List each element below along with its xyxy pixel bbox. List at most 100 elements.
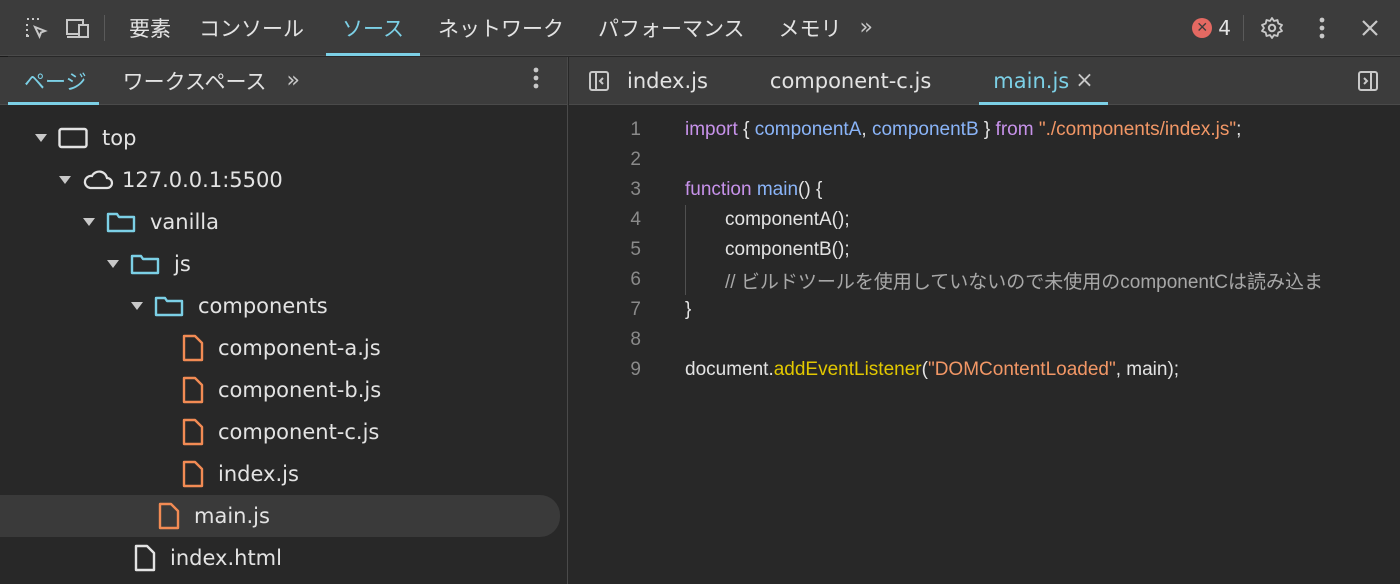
frame-icon — [58, 127, 88, 149]
tree-item-label: js — [174, 252, 191, 276]
code-line: 9 document.addEventListener("DOMContentL… — [569, 355, 1400, 385]
tree-item-index-js[interactable]: index.js — [0, 453, 567, 495]
line-number: 9 — [630, 359, 641, 380]
tree-item-label: 127.0.0.1:5500 — [122, 168, 283, 192]
expand-arrow-icon[interactable] — [82, 215, 96, 229]
expand-arrow-icon[interactable] — [58, 173, 72, 187]
toggle-navigator-icon[interactable] — [583, 65, 615, 97]
more-tabs-icon[interactable]: » — [852, 15, 881, 40]
code-editor: index.js component-c.js main.js × 1 impo… — [569, 57, 1400, 584]
expand-arrow-icon[interactable] — [130, 299, 144, 313]
navigator-tabs: ページ ワークスペース » — [0, 57, 567, 105]
indent-guide — [685, 235, 686, 265]
line-content: componentB(); — [725, 239, 850, 260]
line-number: 4 — [630, 209, 641, 230]
tree-item-index-html[interactable]: index.html — [0, 537, 567, 579]
code-line: 8 — [569, 325, 1400, 355]
tree-item-label: index.js — [218, 462, 299, 486]
settings-gear-icon[interactable] — [1256, 12, 1288, 44]
tree-item-vanilla[interactable]: vanilla — [0, 201, 567, 243]
inspect-element-icon[interactable] — [20, 12, 52, 44]
line-number: 3 — [630, 179, 641, 200]
navigator-kebab-icon[interactable] — [533, 67, 547, 95]
tab-memory[interactable]: メモリ — [769, 0, 852, 56]
toolbar-separator — [104, 14, 105, 41]
line-content: componentA(); — [725, 209, 850, 230]
document-file-icon — [134, 544, 156, 572]
tree-item-label: vanilla — [150, 210, 219, 234]
line-number: 8 — [630, 329, 641, 350]
toolbar-separator — [1243, 15, 1244, 41]
tab-sources[interactable]: ソース — [326, 0, 420, 56]
js-file-icon — [158, 502, 180, 530]
tree-item-label: index.html — [170, 546, 282, 570]
folder-icon — [154, 295, 184, 317]
kebab-menu-icon[interactable] — [1306, 12, 1338, 44]
tree-item-main-js[interactable]: main.js — [0, 495, 560, 537]
code-line: 5 componentB(); — [569, 235, 1400, 265]
error-count: 4 — [1218, 16, 1231, 40]
code-line: 2 — [569, 145, 1400, 175]
code-line: 4 componentA(); — [569, 205, 1400, 235]
file-tree: top 127.0.0.1:5500 vanilla js components — [0, 105, 567, 579]
tab-elements[interactable]: 要素 — [119, 0, 181, 56]
indent-guide — [685, 205, 686, 235]
js-file-icon — [182, 334, 204, 362]
tree-item-label: component-a.js — [218, 336, 381, 360]
editor-tab-main-js[interactable]: main.js × — [969, 57, 1117, 105]
tab-page[interactable]: ページ — [0, 57, 99, 105]
line-number: 7 — [630, 299, 641, 320]
code-line: 1 import { componentA, componentB } from… — [569, 115, 1400, 145]
folder-icon — [130, 253, 160, 275]
error-counter[interactable]: ✕ 4 — [1180, 16, 1243, 40]
line-content: import { componentA, componentB } from "… — [685, 119, 1242, 140]
tab-console[interactable]: コンソール — [189, 0, 314, 56]
line-content: function main() { — [685, 179, 823, 200]
tree-item-host[interactable]: 127.0.0.1:5500 — [0, 159, 567, 201]
editor-tab-label: main.js — [993, 68, 1070, 93]
devtools-toolbar: 要素 コンソール ソース ネットワーク パフォーマンス メモリ » ✕ 4 — [0, 0, 1400, 56]
line-number: 5 — [630, 239, 641, 260]
editor-tabs: index.js component-c.js main.js × — [569, 57, 1400, 105]
editor-tab-component-c-js[interactable]: component-c.js — [732, 57, 955, 105]
tree-item-components[interactable]: components — [0, 285, 567, 327]
code-line: 6 // ビルドツールを使用していないので未使用のcomponentCは読み込ま — [569, 265, 1400, 295]
js-file-icon — [182, 376, 204, 404]
tree-item-label: components — [198, 294, 328, 318]
tree-item-js[interactable]: js — [0, 243, 567, 285]
cloud-icon — [82, 169, 114, 191]
indent-guide — [685, 265, 686, 295]
code-area[interactable]: 1 import { componentA, componentB } from… — [569, 105, 1400, 385]
line-content: // ビルドツールを使用していないので未使用のcomponentCは読み込ま — [725, 271, 1323, 293]
folder-icon — [106, 211, 136, 233]
tree-item-label: top — [102, 126, 137, 150]
line-number: 2 — [630, 149, 641, 170]
line-content: } — [685, 299, 692, 320]
error-icon: ✕ — [1192, 18, 1213, 38]
line-number: 6 — [630, 269, 641, 290]
more-navigator-tabs-icon[interactable]: » — [278, 68, 307, 93]
device-toolbar-icon[interactable] — [62, 12, 94, 44]
tree-item-label: component-c.js — [218, 420, 380, 444]
tree-item-component-a[interactable]: component-a.js — [0, 327, 567, 369]
code-line: 3 function main() { — [569, 175, 1400, 205]
file-navigator: ページ ワークスペース » top 127.0.0.1:5500 vanilla — [0, 57, 568, 584]
editor-tab-index-js[interactable]: index.js — [615, 57, 732, 105]
tree-item-component-b[interactable]: component-b.js — [0, 369, 567, 411]
tree-item-label: component-b.js — [218, 378, 382, 402]
tab-workspace[interactable]: ワークスペース — [99, 57, 279, 105]
tab-performance[interactable]: パフォーマンス — [588, 0, 755, 56]
tree-item-top[interactable]: top — [0, 117, 567, 159]
expand-arrow-icon[interactable] — [34, 131, 48, 145]
line-content: document.addEventListener("DOMContentLoa… — [685, 359, 1180, 380]
line-number: 1 — [630, 119, 641, 140]
close-tab-icon[interactable]: × — [1075, 68, 1093, 93]
expand-arrow-icon[interactable] — [106, 257, 120, 271]
close-icon[interactable] — [1354, 12, 1386, 44]
tab-network[interactable]: ネットワーク — [428, 0, 574, 56]
js-file-icon — [182, 460, 204, 488]
toggle-debugger-icon[interactable] — [1352, 65, 1384, 97]
tree-item-component-c[interactable]: component-c.js — [0, 411, 567, 453]
tree-item-label: main.js — [194, 504, 270, 528]
js-file-icon — [182, 418, 204, 446]
